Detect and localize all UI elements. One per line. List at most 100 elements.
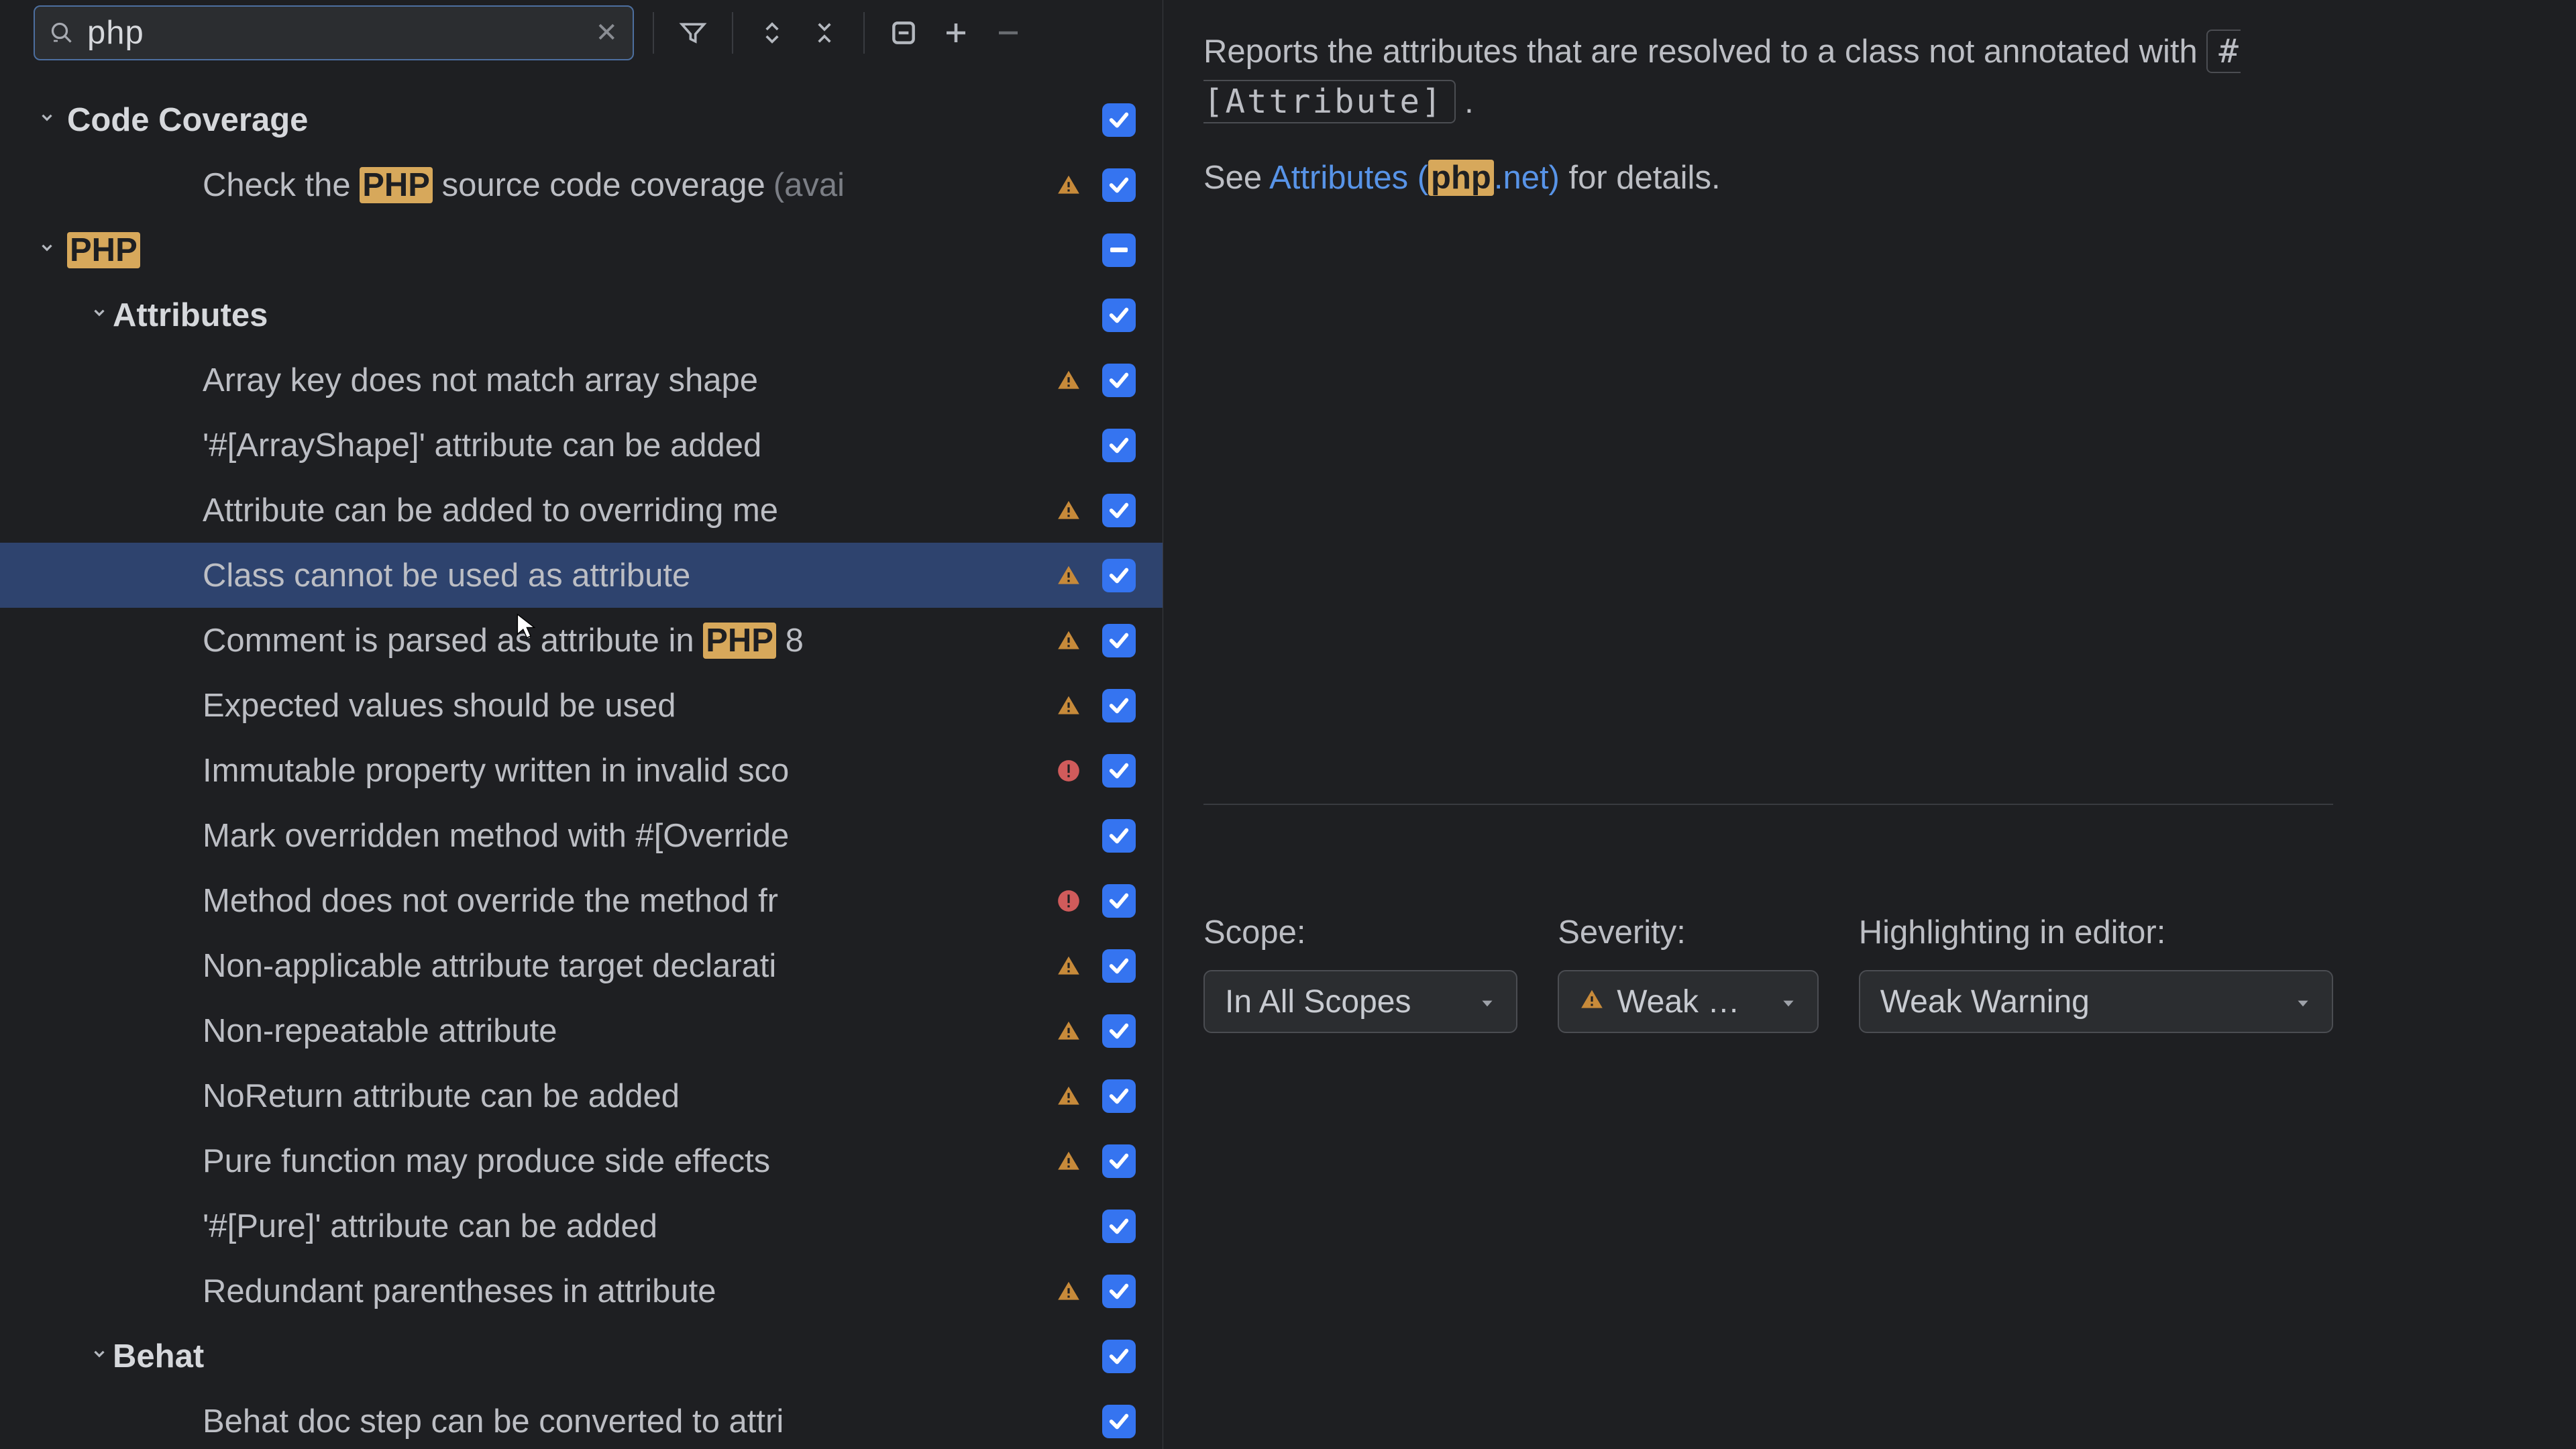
tree-item[interactable]: Check the PHP source code coverage(avai xyxy=(0,152,1163,217)
inspection-checkbox[interactable] xyxy=(1102,949,1136,983)
warning-icon xyxy=(1055,368,1082,393)
doc-link[interactable]: Attributes (php.net) xyxy=(1269,160,1560,196)
inspection-checkbox[interactable] xyxy=(1102,1405,1136,1438)
inspection-checkbox[interactable] xyxy=(1102,624,1136,657)
tree-label: '#[Pure]' attribute can be added xyxy=(203,1208,1055,1245)
tree-label: Non-repeatable attribute xyxy=(203,1012,1055,1050)
tree-item[interactable]: NoReturn attribute can be added xyxy=(0,1063,1163,1128)
inspection-checkbox[interactable] xyxy=(1102,168,1136,202)
toolbar-separator xyxy=(653,12,654,54)
inspection-checkbox[interactable] xyxy=(1102,103,1136,137)
tree-label: Expected values should be used xyxy=(203,687,1055,724)
warning-icon xyxy=(1055,1148,1082,1174)
scope-label: Scope: xyxy=(1203,914,1517,951)
search-icon xyxy=(50,21,74,45)
tree-item[interactable]: Pure function may produce side effects xyxy=(0,1128,1163,1193)
tree-item[interactable]: Expected values should be used xyxy=(0,673,1163,738)
tree-group[interactable]: Attributes xyxy=(0,282,1163,347)
inspection-checkbox[interactable] xyxy=(1102,689,1136,722)
inspection-options: Scope: In All Scopes Severity: Weak … xyxy=(1203,914,2333,1033)
remove-icon[interactable] xyxy=(988,13,1028,53)
inspection-checkbox[interactable] xyxy=(1102,1014,1136,1048)
chevron-down-icon xyxy=(2294,983,2312,1020)
severity-select[interactable]: Weak … xyxy=(1558,970,1819,1033)
tree-item[interactable]: Comment is parsed as attribute in PHP 8 xyxy=(0,608,1163,673)
disable-new-icon[interactable] xyxy=(883,13,924,53)
collapse-icon[interactable] xyxy=(804,13,845,53)
search-field-wrapper[interactable]: ✕ xyxy=(34,5,634,60)
highlighting-label: Highlighting in editor: xyxy=(1859,914,2333,951)
tree-label: Non-applicable attribute target declarat… xyxy=(203,947,1055,985)
tree-item[interactable]: Class cannot be used as attribute xyxy=(0,543,1163,608)
warning-icon xyxy=(1055,1018,1082,1044)
tree-item[interactable]: Non-repeatable attribute xyxy=(0,998,1163,1063)
warning-icon xyxy=(1055,563,1082,588)
inspection-checkbox[interactable] xyxy=(1102,819,1136,853)
tree-item[interactable]: Array key does not match array shape xyxy=(0,347,1163,413)
expand-icon[interactable] xyxy=(752,13,792,53)
error-icon xyxy=(1055,758,1082,784)
chevron-down-icon[interactable] xyxy=(86,304,113,326)
chevron-down-icon[interactable] xyxy=(86,1345,113,1367)
tree-group[interactable]: Code Coverage xyxy=(0,87,1163,152)
tree-label: Pure function may produce side effects xyxy=(203,1142,1055,1180)
filter-icon[interactable] xyxy=(673,13,713,53)
tree-label: Immutable property written in invalid sc… xyxy=(203,752,1055,790)
inspection-checkbox[interactable] xyxy=(1102,1210,1136,1243)
tree-item[interactable]: Immutable property written in invalid sc… xyxy=(0,738,1163,803)
highlighted-match: php xyxy=(1428,160,1494,196)
warning-icon xyxy=(1055,628,1082,653)
severity-label: Severity: xyxy=(1558,914,1819,951)
inspection-checkbox[interactable] xyxy=(1102,559,1136,592)
tree-group[interactable]: Behat xyxy=(0,1324,1163,1389)
inspection-checkbox[interactable] xyxy=(1102,1144,1136,1178)
chevron-down-icon[interactable] xyxy=(34,239,60,261)
tree-item[interactable]: Behat doc step can be converted to attri xyxy=(0,1389,1163,1449)
inspections-tree[interactable]: Code Coverage Check the PHP source code c… xyxy=(0,72,1163,1449)
warning-icon xyxy=(1055,498,1082,523)
inspections-toolbar: ✕ xyxy=(0,0,1163,72)
tree-item[interactable]: '#[ArrayShape]' attribute can be added xyxy=(0,413,1163,478)
tree-label: NoReturn attribute can be added xyxy=(203,1077,1055,1115)
chevron-down-icon[interactable] xyxy=(34,109,60,131)
tree-item[interactable]: Mark overridden method with #[Override xyxy=(0,803,1163,868)
tree-label: Attributes xyxy=(113,297,1055,334)
inspection-checkbox[interactable] xyxy=(1102,494,1136,527)
tree-label: Code Coverage xyxy=(67,101,1055,139)
error-icon xyxy=(1055,888,1082,914)
details-divider xyxy=(1203,804,2333,805)
inspection-checkbox[interactable] xyxy=(1102,233,1136,267)
inspection-checkbox[interactable] xyxy=(1102,1275,1136,1308)
tree-item[interactable]: '#[Pure]' attribute can be added xyxy=(0,1193,1163,1258)
warning-icon xyxy=(1055,693,1082,718)
inspection-description: Reports the attributes that are resolved… xyxy=(1203,27,2340,127)
inspection-checkbox[interactable] xyxy=(1102,1340,1136,1373)
highlighted-match: PHP xyxy=(360,167,433,203)
tree-label: Method does not override the method fr xyxy=(203,882,1055,920)
tree-label: Array key does not match array shape xyxy=(203,362,1055,399)
chevron-down-icon xyxy=(1479,983,1496,1020)
inspection-checkbox[interactable] xyxy=(1102,754,1136,788)
tree-label: Redundant parentheses in attribute xyxy=(203,1273,1055,1310)
highlighting-select[interactable]: Weak Warning xyxy=(1859,970,2333,1033)
scope-select[interactable]: In All Scopes xyxy=(1203,970,1517,1033)
warning-icon xyxy=(1055,953,1082,979)
tree-label: Mark overridden method with #[Override xyxy=(203,817,1055,855)
tree-label: Class cannot be used as attribute xyxy=(203,557,1055,594)
warning-icon xyxy=(1579,983,1605,1020)
description-text: Reports the attributes that are resolved… xyxy=(1203,34,2206,70)
add-icon[interactable] xyxy=(936,13,976,53)
clear-search-icon[interactable]: ✕ xyxy=(595,19,618,46)
tree-group[interactable]: PHP xyxy=(0,217,1163,282)
tree-item[interactable]: Method does not override the method fr xyxy=(0,868,1163,933)
tree-item[interactable]: Redundant parentheses in attribute xyxy=(0,1258,1163,1324)
tree-item[interactable]: Attribute can be added to overriding me xyxy=(0,478,1163,543)
tree-label: Comment is parsed as attribute in PHP 8 xyxy=(203,622,1055,659)
inspection-checkbox[interactable] xyxy=(1102,364,1136,397)
inspection-checkbox[interactable] xyxy=(1102,1079,1136,1113)
inspection-checkbox[interactable] xyxy=(1102,884,1136,918)
inspection-checkbox[interactable] xyxy=(1102,299,1136,332)
search-input[interactable] xyxy=(87,14,582,52)
tree-item[interactable]: Non-applicable attribute target declarat… xyxy=(0,933,1163,998)
inspection-checkbox[interactable] xyxy=(1102,429,1136,462)
